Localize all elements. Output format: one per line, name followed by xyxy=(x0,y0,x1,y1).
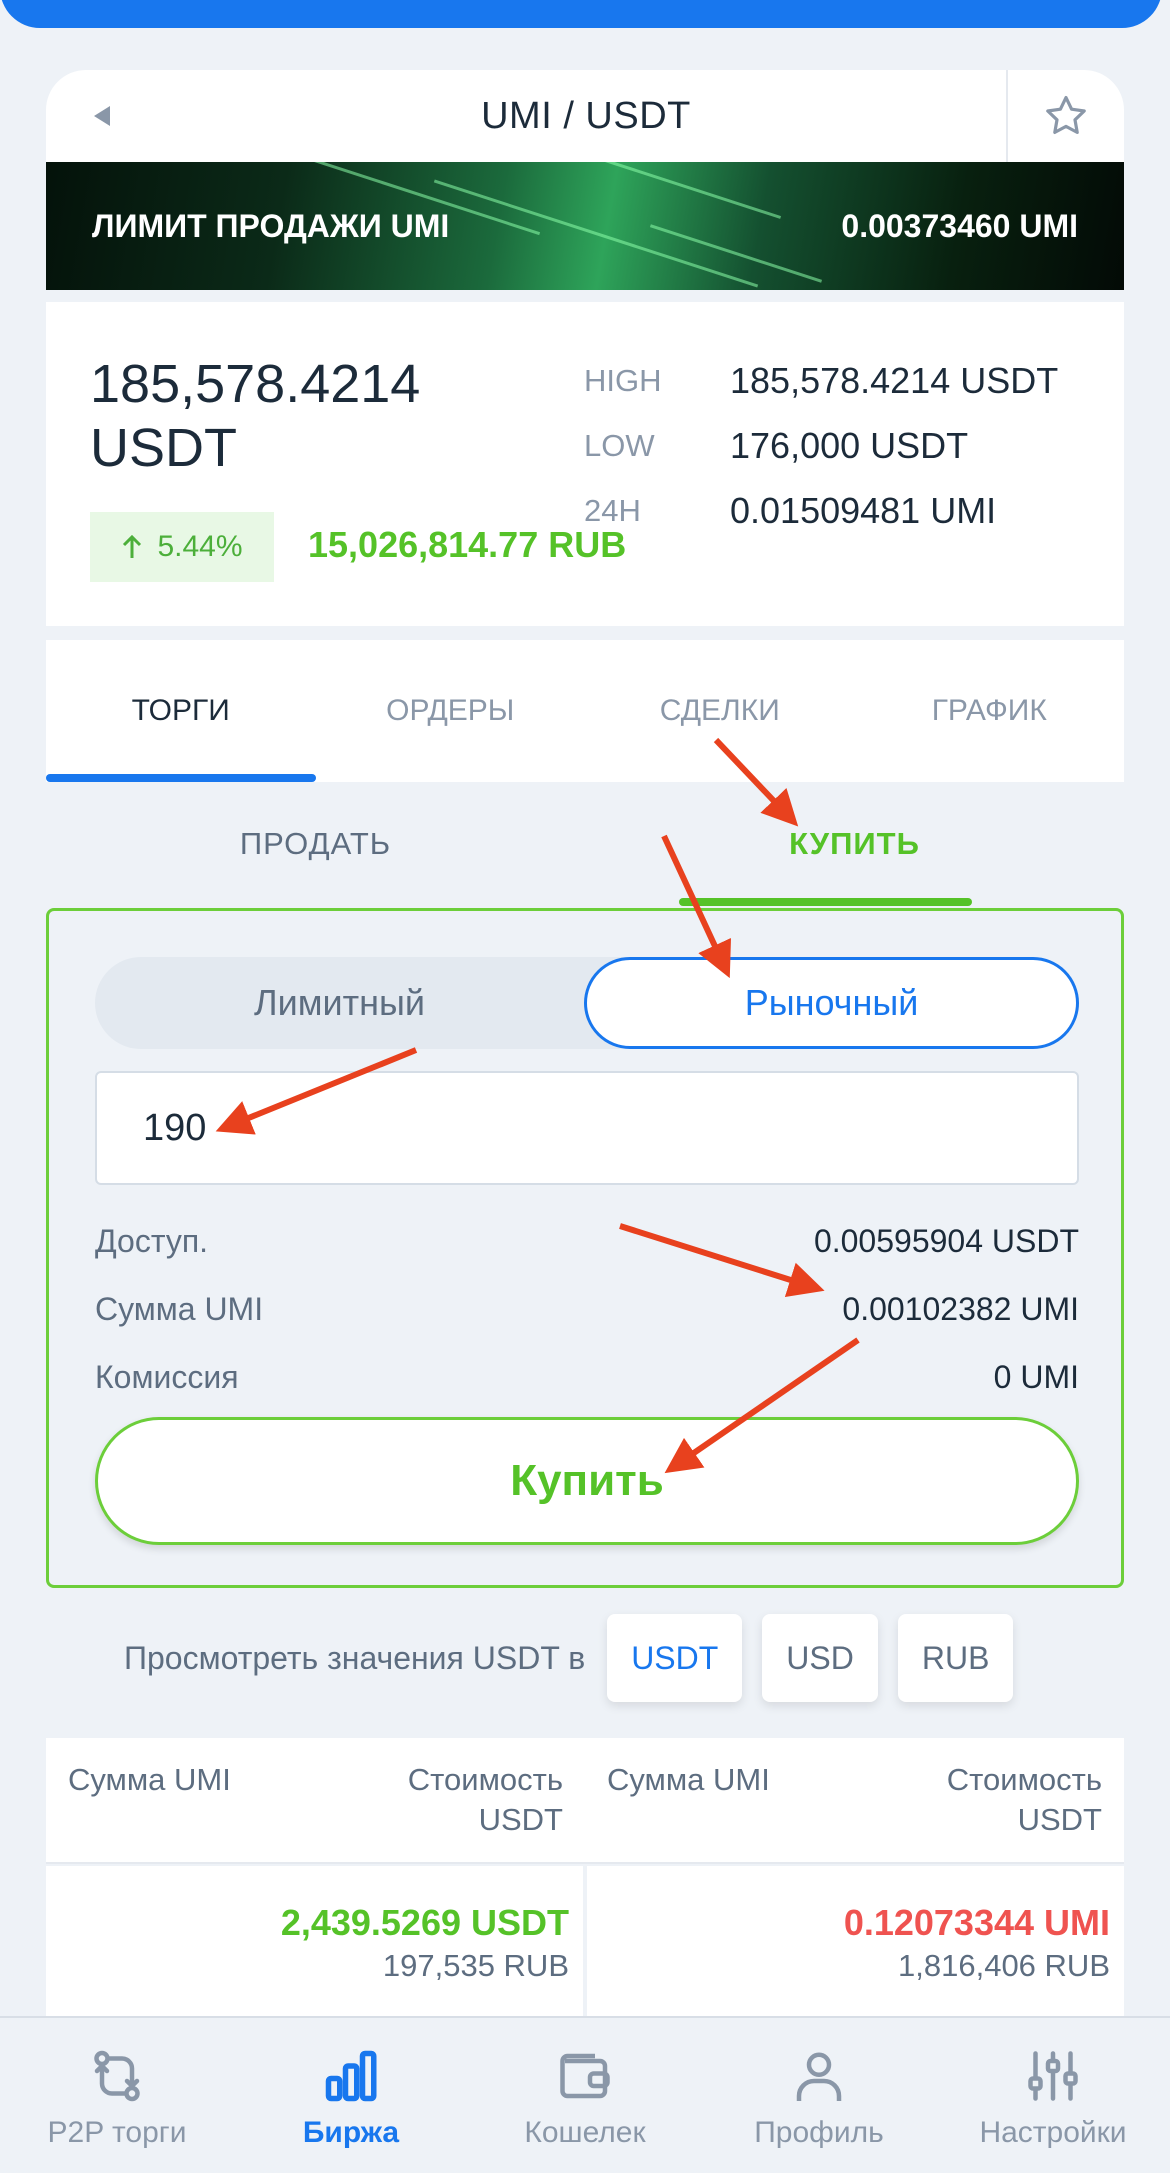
change-badge: 5.44% xyxy=(90,512,274,582)
sum-row: Сумма UMI 0.00102382 UMI xyxy=(95,1275,1079,1343)
sell-total-rub: 1,816,406 RUB xyxy=(898,1948,1110,1983)
nav-p2p[interactable]: P2P торги xyxy=(0,2018,234,2173)
fee-row: Комиссия 0 UMI xyxy=(95,1343,1079,1411)
p2p-exchange-icon xyxy=(94,2050,140,2102)
orderbook-rows: 2,439.5269 USDT 197,535 RUB 0.12073344 U… xyxy=(46,1866,1124,2016)
top-blue-strip xyxy=(0,0,1162,28)
price-rub: 15,026,814.77 RUB xyxy=(308,524,627,565)
nav-wallet[interactable]: Кошелек xyxy=(468,2018,702,2173)
nav-label: Кошелек xyxy=(524,2116,646,2149)
bar-chart-icon xyxy=(325,2050,377,2102)
arrow-up-icon xyxy=(123,534,142,558)
buy-total: 2,439.5269 USDT xyxy=(280,1902,569,1943)
tab-deals[interactable]: СДЕЛКИ xyxy=(585,640,855,782)
tab-trading[interactable]: ТОРГИ xyxy=(46,640,316,782)
limit-order-option[interactable]: Лимитный xyxy=(95,957,584,1049)
column-amount: Сумма UMI xyxy=(607,1762,770,1797)
orderbook-sell-row[interactable]: 0.12073344 UMI 1,816,406 RUB xyxy=(587,1866,1124,2016)
sum-label: Сумма UMI xyxy=(95,1290,264,1327)
stat-label: HIGH xyxy=(584,362,662,398)
order-info: Доступ. 0.00595904 USDT Сумма UMI 0.0010… xyxy=(95,1207,1079,1411)
nav-label: Биржа xyxy=(302,2116,400,2149)
available-row: Доступ. 0.00595904 USDT xyxy=(95,1207,1079,1275)
fee-value: 0 UMI xyxy=(993,1358,1079,1395)
orderbook-sell-header: Сумма UMI Стоимость USDT xyxy=(585,1738,1124,1862)
sum-value: 0.00102382 UMI xyxy=(842,1290,1079,1327)
star-icon xyxy=(1046,96,1086,134)
sell-total: 0.12073344 UMI xyxy=(843,1902,1110,1943)
stat-24h: 24H 0.01509481 UMI xyxy=(584,478,1058,543)
sliders-icon xyxy=(1028,2051,1078,2101)
sell-side-tab[interactable]: ПРОДАТЬ xyxy=(46,782,585,906)
price-stats: HIGH 185,578.4214 USDT LOW 176,000 USDT … xyxy=(584,348,1058,543)
currency-rub-button[interactable]: RUB xyxy=(897,1614,1014,1702)
orderbook-buy-row[interactable]: 2,439.5269 USDT 197,535 RUB xyxy=(46,1866,583,2016)
currency-usdt-button[interactable]: USDT xyxy=(607,1614,743,1702)
buy-side-tab[interactable]: КУПИТЬ xyxy=(585,782,1124,906)
orderbook-header: Сумма UMI Стоимость USDT Сумма UMI Стоим… xyxy=(46,1738,1124,1864)
stat-low: LOW 176,000 USDT xyxy=(584,413,1058,478)
stat-value: 0.01509481 UMI xyxy=(730,489,997,531)
price-card: 185,578.4214 USDT 5.44% 15,026,814.77 RU… xyxy=(46,302,1124,626)
market-order-option[interactable]: Рыночный xyxy=(584,957,1079,1049)
nav-profile[interactable]: Профиль xyxy=(702,2018,936,2173)
user-icon xyxy=(796,2052,842,2101)
tab-orders[interactable]: ОРДЕРЫ xyxy=(316,640,586,782)
banner-label: ЛИМИТ ПРОДАЖИ UMI xyxy=(92,207,450,244)
nav-label: Настройки xyxy=(979,2116,1127,2149)
stat-label: 24H xyxy=(584,492,641,528)
change-percent: 5.44% xyxy=(157,530,243,563)
fee-label: Комиссия xyxy=(95,1358,239,1395)
pair-header: UMI / USDT xyxy=(46,70,1124,162)
nav-label: P2P торги xyxy=(47,2116,187,2149)
stat-label: LOW xyxy=(584,427,655,463)
limit-banner: ЛИМИТ ПРОДАЖИ UMI 0.00373460 UMI xyxy=(46,162,1124,290)
stat-value: 185,578.4214 USDT xyxy=(730,359,1059,401)
back-arrow-icon xyxy=(94,106,110,126)
column-amount: Сумма UMI xyxy=(68,1762,231,1797)
wallet-icon xyxy=(560,2053,610,2099)
currency-toggle: Просмотреть значения USDT в USDT USD RUB xyxy=(124,1614,1033,1702)
amount-input[interactable] xyxy=(95,1071,1079,1185)
bottom-nav: P2P торги Биржа Кошелек Профиль Настройк… xyxy=(0,2016,1170,2173)
available-value: 0.00595904 USDT xyxy=(813,1222,1079,1259)
last-price: 185,578.4214 USDT xyxy=(90,354,421,478)
banner-value: 0.00373460 UMI xyxy=(841,207,1078,244)
column-cost: Стоимость USDT xyxy=(407,1762,563,1837)
order-type-switch: Лимитный Рыночный xyxy=(95,957,1079,1049)
favorite-button[interactable] xyxy=(1006,70,1124,162)
pair-title: UMI / USDT xyxy=(481,94,691,137)
stat-value: 176,000 USDT xyxy=(730,424,969,466)
orderbook-buy-header: Сумма UMI Стоимость USDT xyxy=(46,1738,585,1862)
available-label: Доступ. xyxy=(95,1222,209,1259)
nav-exchange[interactable]: Биржа xyxy=(234,2018,468,2173)
buy-total-rub: 197,535 RUB xyxy=(382,1948,569,1983)
currency-usd-button[interactable]: USD xyxy=(762,1614,878,1702)
column-cost: Стоимость USDT xyxy=(946,1762,1102,1837)
order-form: Лимитный Рыночный Доступ. 0.00595904 USD… xyxy=(46,908,1124,1588)
back-button[interactable] xyxy=(46,70,166,162)
nav-settings[interactable]: Настройки xyxy=(936,2018,1170,2173)
side-switch: ПРОДАТЬ КУПИТЬ xyxy=(46,782,1124,906)
main-tabs: ТОРГИ ОРДЕРЫ СДЕЛКИ ГРАФИК xyxy=(46,640,1124,782)
currency-label: Просмотреть значения USDT в xyxy=(124,1639,586,1676)
tab-chart[interactable]: ГРАФИК xyxy=(855,640,1125,782)
buy-button[interactable]: Купить xyxy=(95,1417,1079,1545)
stat-high: HIGH 185,578.4214 USDT xyxy=(584,348,1058,413)
nav-label: Профиль xyxy=(754,2116,884,2149)
